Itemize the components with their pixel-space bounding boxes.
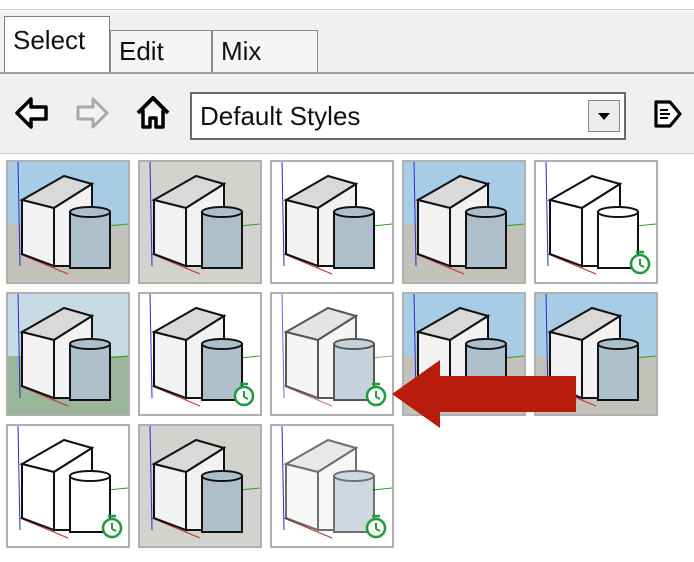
- tab-edit-label: Edit: [119, 36, 164, 66]
- tab-edit[interactable]: Edit: [110, 30, 212, 72]
- style-thumbnail[interactable]: [138, 424, 262, 548]
- collection-select[interactable]: Default Styles: [190, 92, 626, 140]
- style-thumbnail[interactable]: [270, 424, 394, 548]
- style-thumbnail[interactable]: [402, 160, 526, 284]
- tab-mix[interactable]: Mix: [212, 30, 318, 72]
- style-thumbnail[interactable]: [6, 424, 130, 548]
- style-thumbnail[interactable]: [534, 160, 658, 284]
- style-thumbnail[interactable]: [138, 292, 262, 416]
- styles-browser-panel: Select Edit Mix Default Styles: [0, 0, 694, 562]
- style-thumbnail-grid: [0, 154, 694, 562]
- red-pointer-arrow: [392, 360, 576, 428]
- details-arrow-icon[interactable]: [650, 96, 686, 132]
- style-thumbnail[interactable]: [138, 160, 262, 284]
- tab-select[interactable]: Select: [4, 16, 110, 74]
- back-arrow-icon[interactable]: [14, 95, 50, 131]
- style-thumbnail[interactable]: [6, 292, 130, 416]
- style-thumbnail[interactable]: [6, 160, 130, 284]
- collection-select-value: Default Styles: [200, 101, 361, 131]
- top-divider: [0, 9, 694, 10]
- forward-arrow-icon[interactable]: [74, 95, 110, 131]
- chevron-down-icon[interactable]: [588, 100, 620, 132]
- home-icon[interactable]: [134, 93, 170, 129]
- style-thumbnail[interactable]: [270, 160, 394, 284]
- style-thumbnail[interactable]: [270, 292, 394, 416]
- tab-mix-label: Mix: [221, 36, 262, 66]
- tab-select-label: Select: [13, 25, 86, 55]
